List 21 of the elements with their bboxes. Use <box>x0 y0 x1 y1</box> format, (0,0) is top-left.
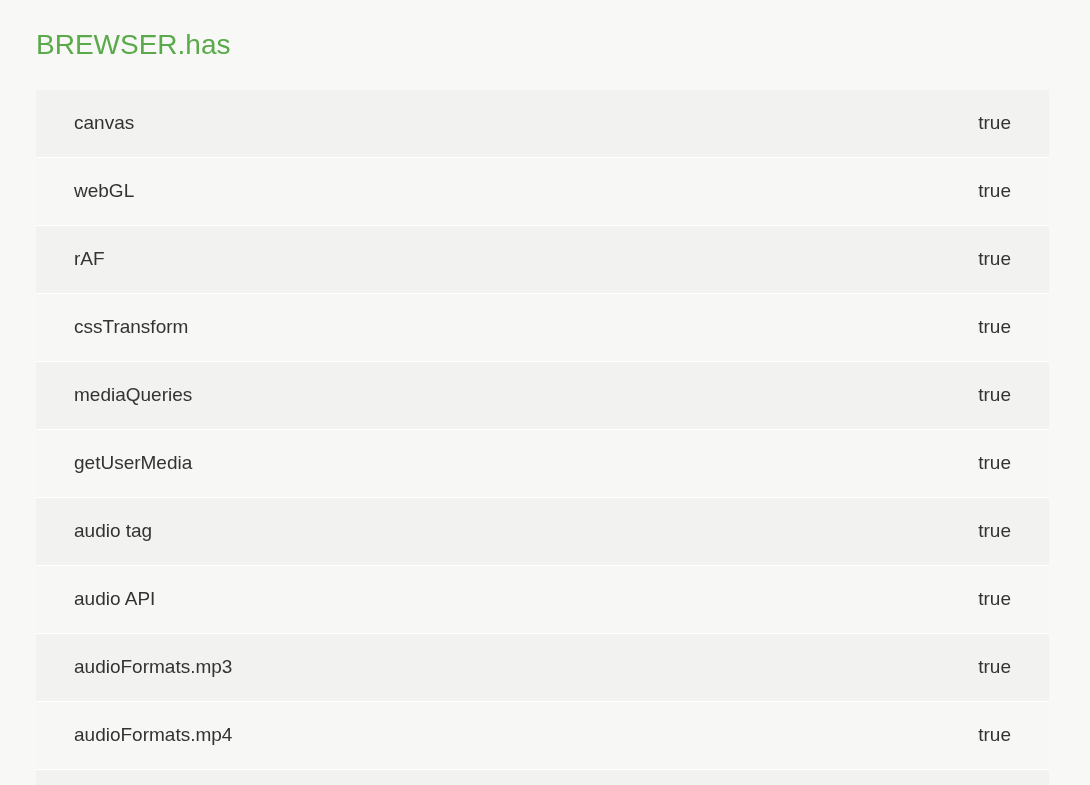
property-name: canvas <box>74 111 135 136</box>
page-title: BREWSER.has <box>36 28 231 62</box>
property-value: true <box>978 179 1011 204</box>
property-value: true <box>978 247 1011 272</box>
property-value: true <box>978 519 1011 544</box>
property-name: audio tag <box>74 519 153 544</box>
property-name: audioFormats.mp4 <box>74 723 233 748</box>
property-name: audioFormats.mp3 <box>74 655 233 680</box>
property-value: true <box>978 587 1011 612</box>
property-name: getUserMedia <box>74 451 193 476</box>
property-value: true <box>978 655 1011 680</box>
property-value: true <box>978 723 1011 748</box>
property-name: webGL <box>74 179 135 204</box>
property-value: true <box>978 383 1011 408</box>
property-value: true <box>978 451 1011 476</box>
property-name: audio API <box>74 587 156 612</box>
property-value: true <box>978 111 1011 136</box>
property-value: true <box>978 315 1011 340</box>
property-name: cssTransform <box>74 315 189 340</box>
property-name: mediaQueries <box>74 383 193 408</box>
property-name: rAF <box>74 247 105 272</box>
